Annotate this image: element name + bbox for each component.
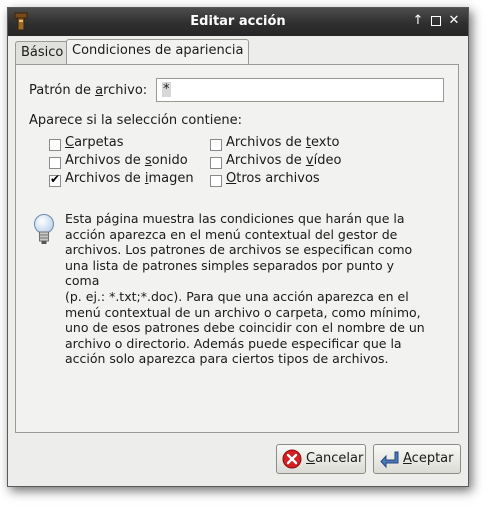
restore-icon[interactable] bbox=[428, 13, 444, 29]
cancel-icon bbox=[282, 449, 302, 469]
close-icon[interactable]: ✕ bbox=[446, 13, 462, 29]
checkbox-label[interactable]: Archivos de vídeo bbox=[226, 153, 341, 168]
info-line: acción aparezca en el menú contextual de… bbox=[65, 226, 398, 242]
cancel-button[interactable]: Cancelar bbox=[276, 444, 366, 474]
title-bar[interactable]: Editar acción ↑ ✕ bbox=[8, 8, 468, 36]
enter-arrow-icon bbox=[380, 451, 399, 469]
accept-label: Aceptar bbox=[403, 451, 454, 466]
pattern-label: Patrón de archivo: bbox=[29, 83, 148, 98]
info-line: (p. ej.: *.txt;*.doc). Para que una acci… bbox=[65, 288, 409, 304]
checkbox-box[interactable] bbox=[210, 139, 222, 151]
info-line: acción solo aparezca para ciertos tipos … bbox=[65, 351, 389, 367]
checkbox-label[interactable]: Carpetas bbox=[65, 135, 123, 150]
tab-condiciones-apariencia[interactable]: Condiciones de apariencia bbox=[66, 39, 250, 64]
tab-condiciones-label: Condiciones de apariencia bbox=[72, 43, 244, 58]
cancel-label: Cancelar bbox=[306, 451, 364, 466]
info-line: una lista de patrones simples separados … bbox=[65, 257, 394, 289]
lightbulb-icon bbox=[34, 214, 54, 244]
checkbox-label[interactable]: Archivos de sonido bbox=[65, 153, 188, 168]
info-line: menú contextual de un archivo o carpeta,… bbox=[65, 304, 421, 320]
checkbox-label[interactable]: Archivos de texto bbox=[226, 135, 340, 150]
file-pattern-value: * bbox=[162, 82, 171, 97]
selection-heading: Aparece si la selección contiene: bbox=[29, 113, 242, 128]
info-description: Esta página muestra las condiciones que … bbox=[65, 211, 425, 367]
checkbox-box[interactable] bbox=[49, 139, 61, 151]
maximize-arrow-icon[interactable]: ↑ bbox=[410, 13, 426, 29]
checkmark-icon: ✔ bbox=[50, 172, 61, 186]
checkbox-box[interactable] bbox=[49, 157, 61, 169]
info-line: Esta página muestra las condiciones que … bbox=[65, 211, 405, 226]
checkbox-box[interactable]: ✔ bbox=[49, 172, 61, 187]
info-line: archivo o directorio. Además puede espec… bbox=[65, 335, 402, 351]
file-pattern-input[interactable]: * bbox=[156, 78, 444, 102]
tab-basico-label: Básico bbox=[21, 45, 64, 60]
checkbox-box[interactable] bbox=[210, 175, 222, 187]
checkbox-label[interactable]: Otros archivos bbox=[226, 171, 320, 186]
checkbox-label[interactable]: Archivos de imagen bbox=[65, 171, 194, 186]
window-title: Editar acción bbox=[190, 14, 286, 29]
accept-button[interactable]: Aceptar bbox=[373, 444, 461, 474]
info-line: uno de esos patrones debe coincidir con … bbox=[65, 320, 425, 336]
info-line: archivos. Los patrones de archivos se es… bbox=[65, 242, 413, 258]
dialog-window: Editar acción ↑ ✕ Básico Condiciones de … bbox=[7, 7, 469, 487]
checkbox-box[interactable] bbox=[210, 157, 222, 169]
tab-basico[interactable]: Básico bbox=[15, 41, 70, 64]
